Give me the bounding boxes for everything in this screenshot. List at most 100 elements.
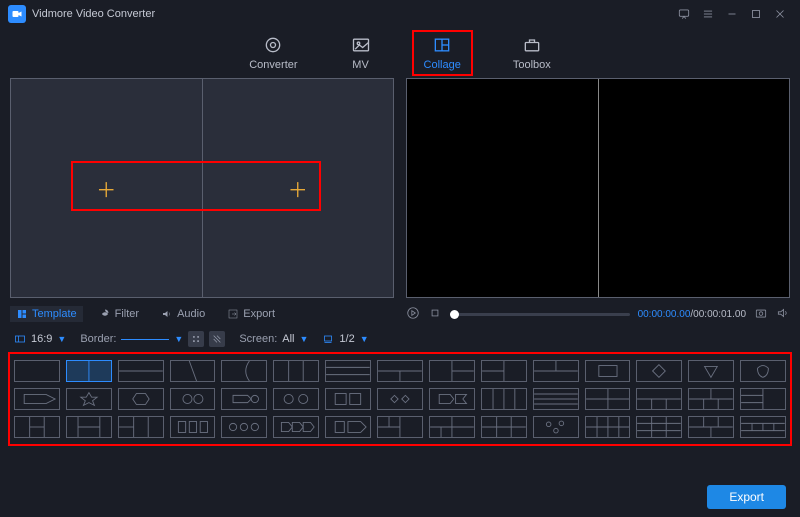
aspect-ratio-select[interactable]: 16:9 ▼: [14, 333, 66, 345]
template-item[interactable]: [273, 416, 319, 438]
template-item[interactable]: [481, 388, 527, 410]
template-item[interactable]: [14, 360, 60, 382]
template-item[interactable]: [14, 388, 60, 410]
template-item[interactable]: [221, 360, 267, 382]
subtab-export[interactable]: Export: [221, 306, 281, 322]
subtab-filter[interactable]: Filter: [93, 306, 145, 322]
template-item[interactable]: [688, 388, 734, 410]
tab-label: MV: [352, 59, 369, 71]
template-item[interactable]: [429, 360, 475, 382]
template-item[interactable]: [377, 388, 423, 410]
template-item[interactable]: [170, 388, 216, 410]
border-color-button[interactable]: [188, 331, 204, 347]
template-item[interactable]: [273, 360, 319, 382]
subtab-template[interactable]: Template: [10, 306, 83, 322]
template-item[interactable]: [14, 416, 60, 438]
maximize-icon[interactable]: [744, 2, 768, 26]
template-item[interactable]: [118, 416, 164, 438]
template-item[interactable]: [325, 416, 371, 438]
subtab-label: Filter: [115, 308, 139, 320]
stop-button[interactable]: [428, 306, 442, 323]
border-pattern-button[interactable]: [209, 331, 225, 347]
template-item[interactable]: [688, 360, 734, 382]
mid-strip: Template Filter Audio Export 00:00:00.00…: [0, 302, 800, 326]
tab-label: Collage: [424, 59, 461, 71]
workarea: ＋ ＋: [0, 78, 800, 298]
template-item[interactable]: [170, 416, 216, 438]
subtab-audio[interactable]: Audio: [155, 306, 211, 322]
template-item[interactable]: [533, 416, 579, 438]
chevron-down-icon: ▼: [300, 334, 309, 344]
template-item[interactable]: [636, 360, 682, 382]
template-item[interactable]: [118, 388, 164, 410]
template-item[interactable]: [688, 416, 734, 438]
tab-toolbox[interactable]: Toolbox: [507, 32, 557, 74]
collage-cell-left[interactable]: ＋: [11, 79, 202, 297]
template-item[interactable]: [533, 360, 579, 382]
template-item[interactable]: [429, 388, 475, 410]
chevron-down-icon: ▼: [174, 334, 183, 344]
tab-label: Converter: [249, 59, 297, 71]
app-title: Vidmore Video Converter: [32, 8, 155, 20]
template-item[interactable]: [429, 416, 475, 438]
screen-select[interactable]: Screen: All ▼: [239, 333, 308, 345]
snapshot-button[interactable]: [754, 306, 768, 323]
menu-icon[interactable]: [696, 2, 720, 26]
template-item[interactable]: [585, 388, 631, 410]
tab-mv[interactable]: MV: [344, 32, 378, 74]
template-item[interactable]: [377, 416, 423, 438]
template-item[interactable]: [740, 416, 786, 438]
close-icon[interactable]: [768, 2, 792, 26]
playback-controls: 00:00:00.00/00:00:01.00: [406, 306, 790, 323]
template-item[interactable]: [273, 388, 319, 410]
template-item[interactable]: [481, 416, 527, 438]
minimize-icon[interactable]: [720, 2, 744, 26]
template-item[interactable]: [377, 360, 423, 382]
timeline[interactable]: [450, 313, 630, 316]
template-item[interactable]: [740, 388, 786, 410]
timecode: 00:00:00.00/00:00:01.00: [638, 309, 746, 320]
play-button[interactable]: [406, 306, 420, 323]
template-item[interactable]: [585, 416, 631, 438]
feedback-icon[interactable]: [672, 2, 696, 26]
templates-panel: [10, 354, 790, 444]
subtab-label: Export: [243, 308, 275, 320]
app-logo: [8, 5, 26, 23]
tab-label: Toolbox: [513, 59, 551, 71]
template-item[interactable]: [221, 388, 267, 410]
collage-cell-right[interactable]: ＋: [203, 79, 394, 297]
export-button[interactable]: Export: [707, 485, 786, 509]
template-item[interactable]: [66, 360, 112, 382]
template-item[interactable]: [636, 416, 682, 438]
template-item[interactable]: [740, 360, 786, 382]
template-item[interactable]: [325, 360, 371, 382]
add-icon: ＋: [288, 174, 308, 203]
volume-button[interactable]: [776, 306, 790, 323]
template-item[interactable]: [481, 360, 527, 382]
border-style-select[interactable]: [121, 339, 169, 340]
page-indicator[interactable]: 1/2 ▼: [322, 333, 368, 345]
chevron-down-icon: ▼: [57, 334, 66, 344]
main-tabs: Converter MV Collage Toolbox: [0, 28, 800, 78]
preview-pane: [406, 78, 790, 298]
footer: Export: [707, 485, 786, 509]
template-item[interactable]: [221, 416, 267, 438]
tab-collage[interactable]: Collage: [418, 32, 467, 74]
options-toolbar: 16:9 ▼ Border: ▼ Screen: All ▼ 1/2 ▼: [0, 326, 800, 352]
template-grid: [10, 354, 790, 444]
template-item[interactable]: [636, 388, 682, 410]
template-item[interactable]: [585, 360, 631, 382]
playhead[interactable]: [450, 310, 459, 319]
subtab-label: Template: [32, 308, 77, 320]
template-item[interactable]: [170, 360, 216, 382]
chevron-down-icon: ▼: [360, 334, 369, 344]
tab-converter[interactable]: Converter: [243, 32, 303, 74]
preview-divider: [598, 79, 599, 297]
template-item[interactable]: [66, 416, 112, 438]
template-item[interactable]: [118, 360, 164, 382]
template-item[interactable]: [325, 388, 371, 410]
template-item[interactable]: [533, 388, 579, 410]
collage-editor[interactable]: ＋ ＋: [10, 78, 394, 298]
template-item[interactable]: [66, 388, 112, 410]
add-icon: ＋: [96, 174, 116, 203]
